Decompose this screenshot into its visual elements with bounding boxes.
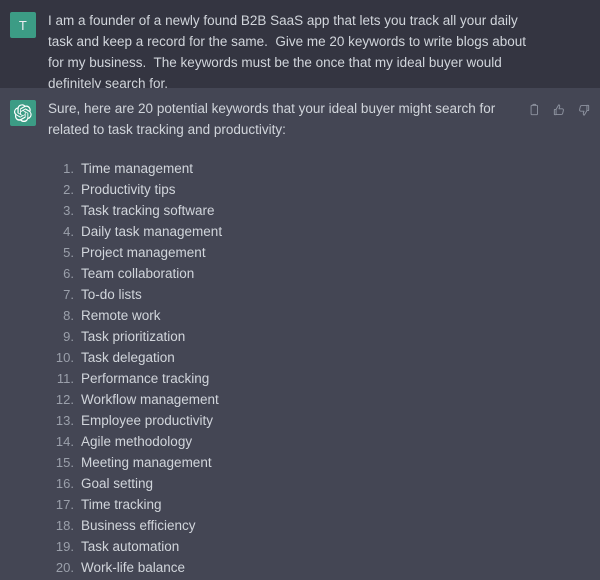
thumbs-down-icon bbox=[579, 104, 590, 116]
list-item-number: 6. bbox=[63, 266, 74, 281]
list-item-label: Task prioritization bbox=[81, 329, 186, 344]
list-item-label: Business efficiency bbox=[81, 518, 196, 533]
list-item: 11. Performance tracking bbox=[48, 368, 584, 389]
user-message-text: I am a founder of a newly found B2B SaaS… bbox=[48, 13, 530, 91]
user-message-body: I am a founder of a newly found B2B SaaS… bbox=[48, 10, 590, 91]
list-item: 15. Meeting management bbox=[48, 452, 584, 473]
user-avatar: T bbox=[10, 12, 36, 38]
list-item-label: Performance tracking bbox=[81, 371, 210, 386]
thumbs-down-button[interactable] bbox=[575, 101, 593, 119]
list-item: 6. Team collaboration bbox=[48, 263, 584, 284]
list-item-number: 2. bbox=[63, 182, 74, 197]
list-item: 1. Time management bbox=[48, 158, 584, 179]
list-item: 16. Goal setting bbox=[48, 473, 584, 494]
list-item-label: Task automation bbox=[81, 539, 180, 554]
chat-conversation: T I am a founder of a newly found B2B Sa… bbox=[0, 0, 600, 580]
thumbs-up-button[interactable] bbox=[550, 101, 568, 119]
assistant-message-block: Sure, here are 20 potential keywords tha… bbox=[0, 88, 600, 580]
assistant-intro-text: Sure, here are 20 potential keywords tha… bbox=[48, 101, 500, 137]
list-item: 20. Work-life balance bbox=[48, 557, 584, 578]
list-item-number: 14. bbox=[55, 434, 74, 449]
list-item-label: Meeting management bbox=[81, 455, 212, 470]
user-avatar-initial: T bbox=[18, 17, 28, 33]
list-item-label: Task tracking software bbox=[81, 203, 215, 218]
list-item-label: Goal setting bbox=[81, 476, 154, 491]
list-item-number: 12. bbox=[55, 392, 74, 407]
user-message-block: T I am a founder of a newly found B2B Sa… bbox=[0, 0, 600, 91]
list-item-number: 5. bbox=[63, 245, 74, 260]
list-item: 14. Agile methodology bbox=[48, 431, 584, 452]
list-item-number: 10. bbox=[55, 350, 74, 365]
thumbs-up-icon bbox=[553, 104, 564, 116]
list-item: 17. Time tracking bbox=[48, 494, 584, 515]
assistant-avatar bbox=[10, 100, 36, 126]
list-item-number: 1. bbox=[63, 161, 74, 176]
list-item-number: 7. bbox=[63, 287, 74, 302]
list-item-number: 3. bbox=[63, 203, 74, 218]
list-item-number: 8. bbox=[63, 308, 74, 323]
list-item-label: Time tracking bbox=[81, 497, 162, 512]
clipboard-icon bbox=[530, 103, 538, 116]
list-item-label: Employee productivity bbox=[81, 413, 214, 428]
list-item: 4. Daily task management bbox=[48, 221, 584, 242]
list-item: 2. Productivity tips bbox=[48, 179, 584, 200]
message-actions bbox=[525, 101, 593, 119]
list-item-number: 19. bbox=[55, 539, 74, 554]
list-item-number: 17. bbox=[55, 497, 74, 512]
list-item-label: Project management bbox=[81, 245, 206, 260]
list-item-number: 15. bbox=[55, 455, 74, 470]
copy-button[interactable] bbox=[525, 101, 543, 119]
assistant-message-body: Sure, here are 20 potential keywords tha… bbox=[48, 98, 590, 580]
list-item-label: Productivity tips bbox=[81, 182, 176, 197]
list-item: 13. Employee productivity bbox=[48, 410, 584, 431]
list-item-label: To-do lists bbox=[81, 287, 142, 302]
list-item: 8. Remote work bbox=[48, 305, 584, 326]
list-item: 5. Project management bbox=[48, 242, 584, 263]
list-item-number: 11. bbox=[56, 371, 74, 386]
keyword-list: 1. Time management 2. Productivity tips … bbox=[48, 158, 584, 578]
list-item-label: Work-life balance bbox=[81, 560, 186, 575]
openai-logo-icon bbox=[14, 104, 32, 122]
list-item-number: 20. bbox=[55, 560, 74, 575]
list-item-label: Task delegation bbox=[81, 350, 175, 365]
list-item: 18. Business efficiency bbox=[48, 515, 584, 536]
list-item: 19. Task automation bbox=[48, 536, 584, 557]
list-item: 7. To-do lists bbox=[48, 284, 584, 305]
list-item: 10. Task delegation bbox=[48, 347, 584, 368]
list-item-label: Time management bbox=[81, 161, 194, 176]
list-item-number: 16. bbox=[55, 476, 74, 491]
list-item-label: Workflow management bbox=[81, 392, 219, 407]
list-item-number: 13. bbox=[55, 413, 74, 428]
list-item-label: Remote work bbox=[81, 308, 161, 323]
list-item: 12. Workflow management bbox=[48, 389, 584, 410]
list-item-label: Team collaboration bbox=[81, 266, 195, 281]
list-item-number: 4. bbox=[63, 224, 74, 239]
list-item-number: 9. bbox=[63, 329, 74, 344]
list-item: 3. Task tracking software bbox=[48, 200, 584, 221]
list-item-label: Daily task management bbox=[81, 224, 223, 239]
list-item-number: 18. bbox=[55, 518, 74, 533]
list-item-label: Agile methodology bbox=[81, 434, 193, 449]
list-item: 9. Task prioritization bbox=[48, 326, 584, 347]
